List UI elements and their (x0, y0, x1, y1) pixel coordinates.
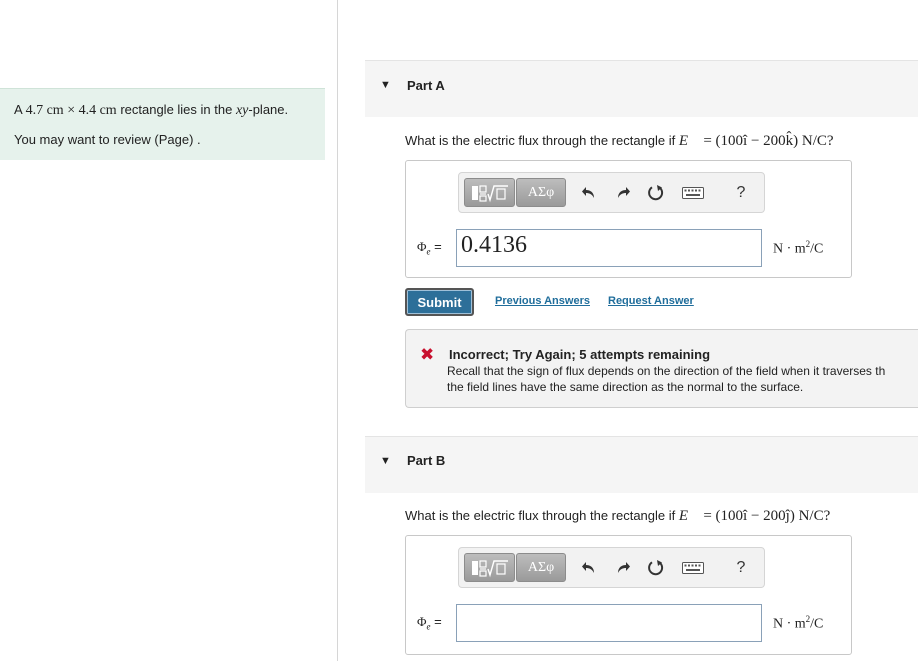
templates-button[interactable] (464, 178, 515, 207)
greek-symbols-button[interactable]: ΑΣφ (516, 178, 566, 207)
part-b-answer-box: ΑΣφ ? Φe = N · m2/C (405, 535, 852, 655)
collapse-triangle-icon[interactable]: ▼ (380, 79, 391, 91)
plane-name: xy (235, 103, 249, 118)
part-a-header[interactable]: ▼ Part A (365, 60, 918, 117)
part-b-answer-input[interactable] (456, 604, 762, 642)
reset-icon[interactable] (645, 182, 667, 204)
part-a-units: N · m2/C (773, 239, 824, 257)
problem-statement: A 4.7 cm × 4.4 cm rectangle lies in the … (14, 102, 289, 118)
help-button[interactable]: ? (730, 182, 752, 204)
part-a-answer-box: ΑΣφ ? Φe = 0.4136 N · m2/C (405, 160, 852, 278)
keyboard-icon[interactable] (680, 557, 706, 579)
part-b-phi-label: Φe = (417, 614, 442, 632)
e-vector-symbol: E⃗ (678, 133, 700, 149)
submit-button[interactable]: Submit (405, 288, 474, 316)
help-button[interactable]: ? (730, 557, 752, 579)
feedback-title: Incorrect; Try Again; 5 attempts remaini… (449, 347, 711, 362)
collapse-triangle-icon[interactable]: ▼ (380, 455, 391, 467)
incorrect-x-icon: ✖ (420, 345, 435, 364)
feedback-hint: Recall that the sign of flux depends on … (447, 364, 886, 394)
part-b-field-expression: = (100î − 200ĵ) N/C? (703, 508, 831, 524)
reset-icon[interactable] (645, 557, 667, 579)
part-b-units: N · m2/C (773, 614, 824, 632)
e-vector-symbol: E⃗ (678, 508, 700, 524)
part-a-answer-input[interactable]: 0.4136 (456, 229, 762, 267)
part-a-question: What is the electric flux through the re… (405, 133, 834, 149)
dimension-1: 4.7 cm (25, 103, 64, 118)
dimension-2: 4.4 cm (78, 103, 117, 118)
problem-intro: A 4.7 cm × 4.4 cm rectangle lies in the … (0, 88, 325, 160)
part-b-header[interactable]: ▼ Part B (365, 436, 918, 493)
greek-symbols-button[interactable]: ΑΣφ (516, 553, 566, 582)
redo-icon[interactable] (612, 557, 634, 579)
part-b-math-toolbar: ΑΣφ ? (458, 547, 765, 588)
undo-icon[interactable] (578, 182, 600, 204)
previous-answers-link[interactable]: Previous Answers (495, 295, 590, 307)
review-hint: You may want to review (Page) . (14, 132, 201, 147)
request-answer-link[interactable]: Request Answer (608, 295, 694, 307)
left-panel: A 4.7 cm × 4.4 cm rectangle lies in the … (0, 0, 338, 661)
part-a-label: Part A (407, 78, 445, 93)
template-sqrt-icon (471, 559, 508, 577)
template-sqrt-icon (471, 184, 508, 202)
part-a-phi-label: Φe = (417, 239, 442, 257)
undo-icon[interactable] (578, 557, 600, 579)
keyboard-icon[interactable] (680, 182, 706, 204)
redo-icon[interactable] (612, 182, 634, 204)
part-a-math-toolbar: ΑΣφ ? (458, 172, 765, 213)
templates-button[interactable] (464, 553, 515, 582)
feedback-box: ✖ Incorrect; Try Again; 5 attempts remai… (405, 329, 918, 408)
part-b-label: Part B (407, 453, 446, 468)
part-a-field-expression: = (100î − 200k̂) N/C? (703, 133, 834, 149)
part-b-question: What is the electric flux through the re… (405, 508, 831, 524)
